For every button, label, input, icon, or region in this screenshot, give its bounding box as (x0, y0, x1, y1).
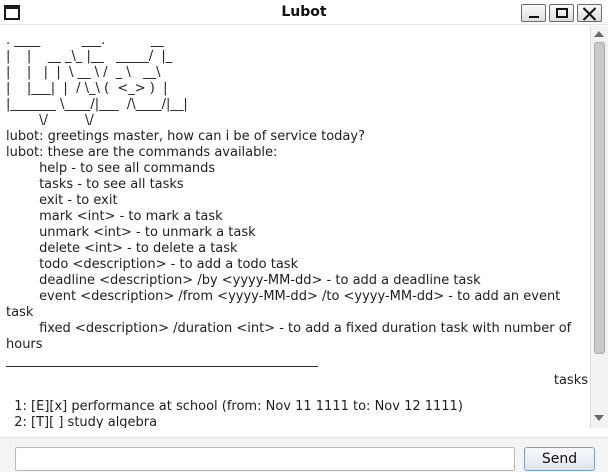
bot-welcome-message: . ____ ___. __ | | __ _\_ |__ _____/ |_ … (6, 33, 572, 368)
maximize-button[interactable] (549, 4, 574, 22)
scrollbar-thumb[interactable] (594, 42, 605, 354)
message-input[interactable] (15, 447, 515, 471)
input-bar: Send (0, 437, 608, 472)
minimize-button[interactable] (521, 4, 546, 22)
window-title: Lubot (281, 4, 327, 20)
minimize-icon (529, 16, 539, 18)
send-button[interactable]: Send (524, 447, 595, 471)
maximize-icon (556, 8, 568, 18)
title-bar[interactable]: Lubot (0, 0, 608, 25)
scroll-down-icon[interactable] (594, 415, 604, 421)
user-message: tasks (553, 373, 588, 388)
scroll-up-icon[interactable] (594, 31, 604, 37)
dialog-container: . ____ ___. __ | | __ _\_ |__ _____/ |_ … (0, 26, 590, 428)
bot-task-list-message: 1: [E][x] performance at school (from: N… (14, 399, 463, 428)
chat-scroll-pane[interactable]: . ____ ___. __ | | __ _\_ |__ _____/ |_ … (0, 26, 608, 428)
vertical-scrollbar[interactable] (590, 26, 608, 428)
close-button[interactable] (577, 4, 602, 22)
